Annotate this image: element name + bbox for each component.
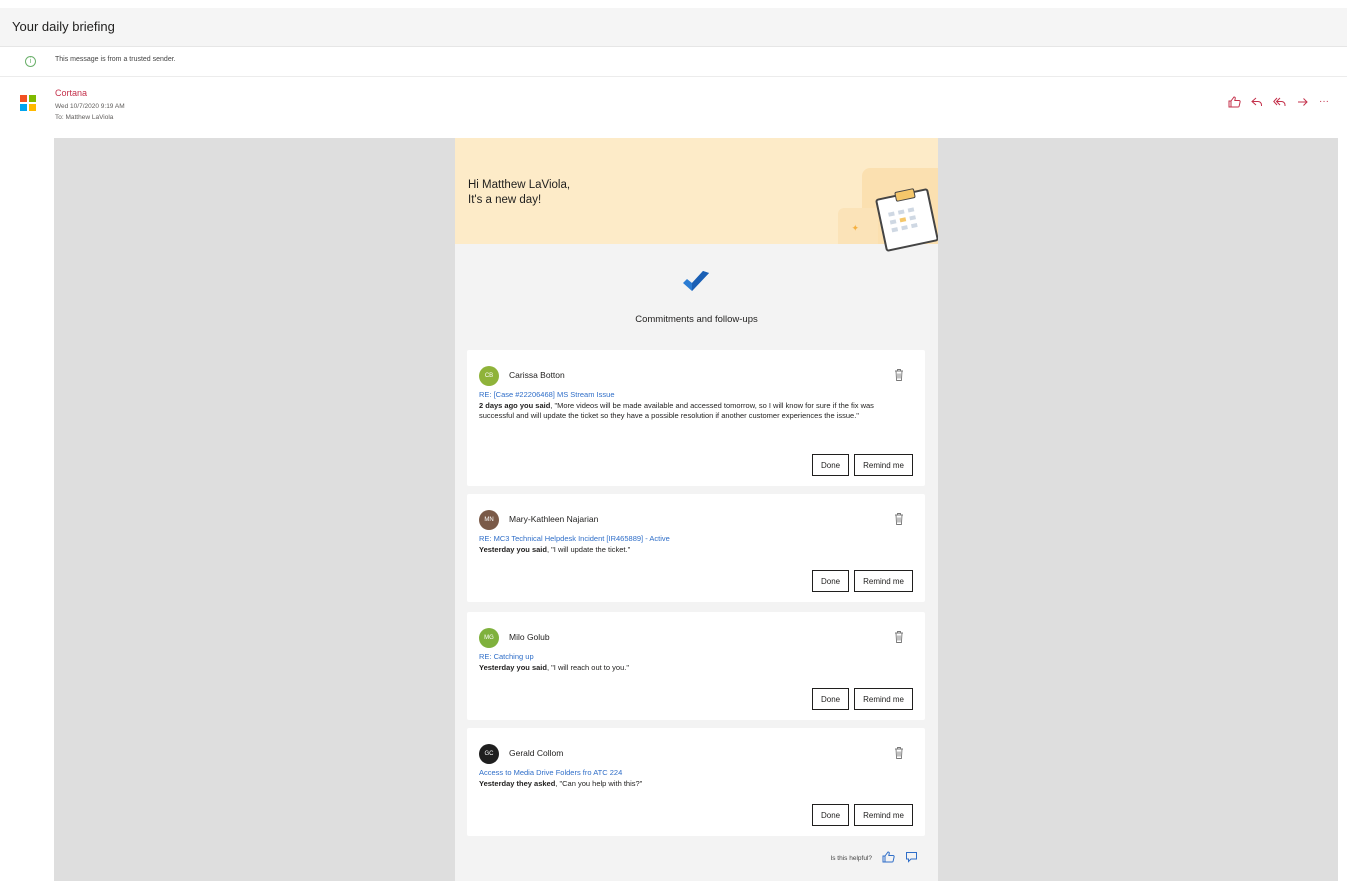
sender-name[interactable]: Cortana: [55, 88, 87, 98]
commitment-card: MN Mary-Kathleen Najarian RE: MC3 Techni…: [467, 494, 925, 602]
commitment-card: GC Gerald Collom Access to Media Drive F…: [467, 728, 925, 836]
commitment-card: MG Milo Golub RE: Catching up Yesterday …: [467, 612, 925, 720]
email-subject-link[interactable]: RE: Catching up: [479, 652, 534, 661]
comment-icon[interactable]: [905, 851, 918, 866]
commitment-card: CB Carissa Botton RE: [Case #22206468] M…: [467, 350, 925, 486]
email-subject: Your daily briefing: [12, 19, 115, 34]
person-name[interactable]: Gerald Collom: [509, 748, 563, 758]
commitment-text: Yesterday you said, "I will update the t…: [479, 545, 909, 555]
email-subject-bar: Your daily briefing: [0, 8, 1347, 47]
commitment-quote: , "I will reach out to you.": [546, 663, 629, 672]
email-subject-link[interactable]: Access to Media Drive Folders fro ATC 22…: [479, 768, 622, 777]
card-actions: Done Remind me: [811, 804, 913, 826]
checkmark-icon: [683, 271, 709, 291]
like-icon[interactable]: [1228, 96, 1241, 110]
email-subject-link[interactable]: RE: [Case #22206468] MS Stream Issue: [479, 390, 615, 399]
trash-icon[interactable]: [893, 630, 905, 644]
section-title: Commitments and follow-ups: [635, 314, 758, 325]
microsoft-logo-icon: [20, 95, 36, 111]
commitment-lead: 2 days ago you said: [479, 401, 551, 410]
commitment-lead: Yesterday you said: [479, 545, 547, 554]
done-button[interactable]: Done: [811, 454, 850, 476]
greeting-line-1: Hi Matthew LaViola,: [468, 179, 571, 191]
trash-icon[interactable]: [893, 512, 905, 526]
commitment-text: 2 days ago you said, "More videos will b…: [479, 401, 909, 421]
remind-me-button[interactable]: Remind me: [854, 570, 913, 592]
trusted-sender-bar: i This message is from a trusted sender.: [0, 48, 1347, 77]
recipient: To: Matthew LaViola: [55, 114, 114, 121]
remind-me-button[interactable]: Remind me: [854, 804, 913, 826]
more-icon[interactable]: ···: [1319, 96, 1329, 110]
message-actions: ···: [1228, 96, 1329, 110]
sparkle-icon: ✦: [851, 223, 859, 233]
commitment-lead: Yesterday they asked: [479, 779, 556, 788]
thumbs-up-icon[interactable]: [882, 851, 895, 866]
card-actions: Done Remind me: [811, 454, 913, 476]
avatar-initials: CB: [484, 373, 494, 379]
avatar: GC: [479, 744, 499, 764]
reply-all-icon[interactable]: [1273, 96, 1287, 110]
email-subject-link[interactable]: RE: MC3 Technical Helpdesk Incident [IR4…: [479, 534, 670, 543]
commitment-text: Yesterday you said, "I will reach out to…: [479, 663, 909, 673]
greeting-line-2: It's a new day!: [468, 194, 542, 206]
briefing-card: Hi Matthew LaViola, It's a new day! ✦ Co…: [455, 138, 938, 881]
greeting: Hi Matthew LaViola, It's a new day!: [468, 178, 570, 208]
commitment-quote: , "I will update the ticket.": [546, 545, 631, 554]
commitment-text: Yesterday they asked, "Can you help with…: [479, 779, 909, 789]
person-name[interactable]: Carissa Botton: [509, 370, 565, 380]
feedback-row: Is this helpful?: [830, 851, 918, 866]
done-button[interactable]: Done: [811, 570, 850, 592]
forward-icon[interactable]: [1297, 96, 1309, 110]
avatar-initials: GC: [484, 751, 494, 757]
avatar: CB: [479, 366, 499, 386]
avatar: MG: [479, 628, 499, 648]
done-button[interactable]: Done: [811, 804, 850, 826]
card-actions: Done Remind me: [811, 688, 913, 710]
commitment-quote: , "Can you help with this?": [555, 779, 643, 788]
avatar: MN: [479, 510, 499, 530]
remind-me-button[interactable]: Remind me: [854, 454, 913, 476]
avatar-initials: MG: [484, 635, 494, 641]
commitment-lead: Yesterday you said: [479, 663, 547, 672]
reply-icon[interactable]: [1251, 96, 1263, 110]
person-name[interactable]: Mary-Kathleen Najarian: [509, 514, 598, 524]
avatar-initials: MN: [484, 517, 494, 523]
done-button[interactable]: Done: [811, 688, 850, 710]
greeting-banner: Hi Matthew LaViola, It's a new day! ✦: [455, 138, 938, 253]
card-actions: Done Remind me: [811, 570, 913, 592]
sent-date: Wed 10/7/2020 9:19 AM: [55, 103, 125, 110]
trusted-sender-message: This message is from a trusted sender.: [55, 56, 176, 63]
trash-icon[interactable]: [893, 368, 905, 382]
info-icon: i: [25, 56, 36, 67]
remind-me-button[interactable]: Remind me: [854, 688, 913, 710]
feedback-question: Is this helpful?: [830, 855, 872, 862]
person-name[interactable]: Milo Golub: [509, 632, 550, 642]
trash-icon[interactable]: [893, 746, 905, 760]
